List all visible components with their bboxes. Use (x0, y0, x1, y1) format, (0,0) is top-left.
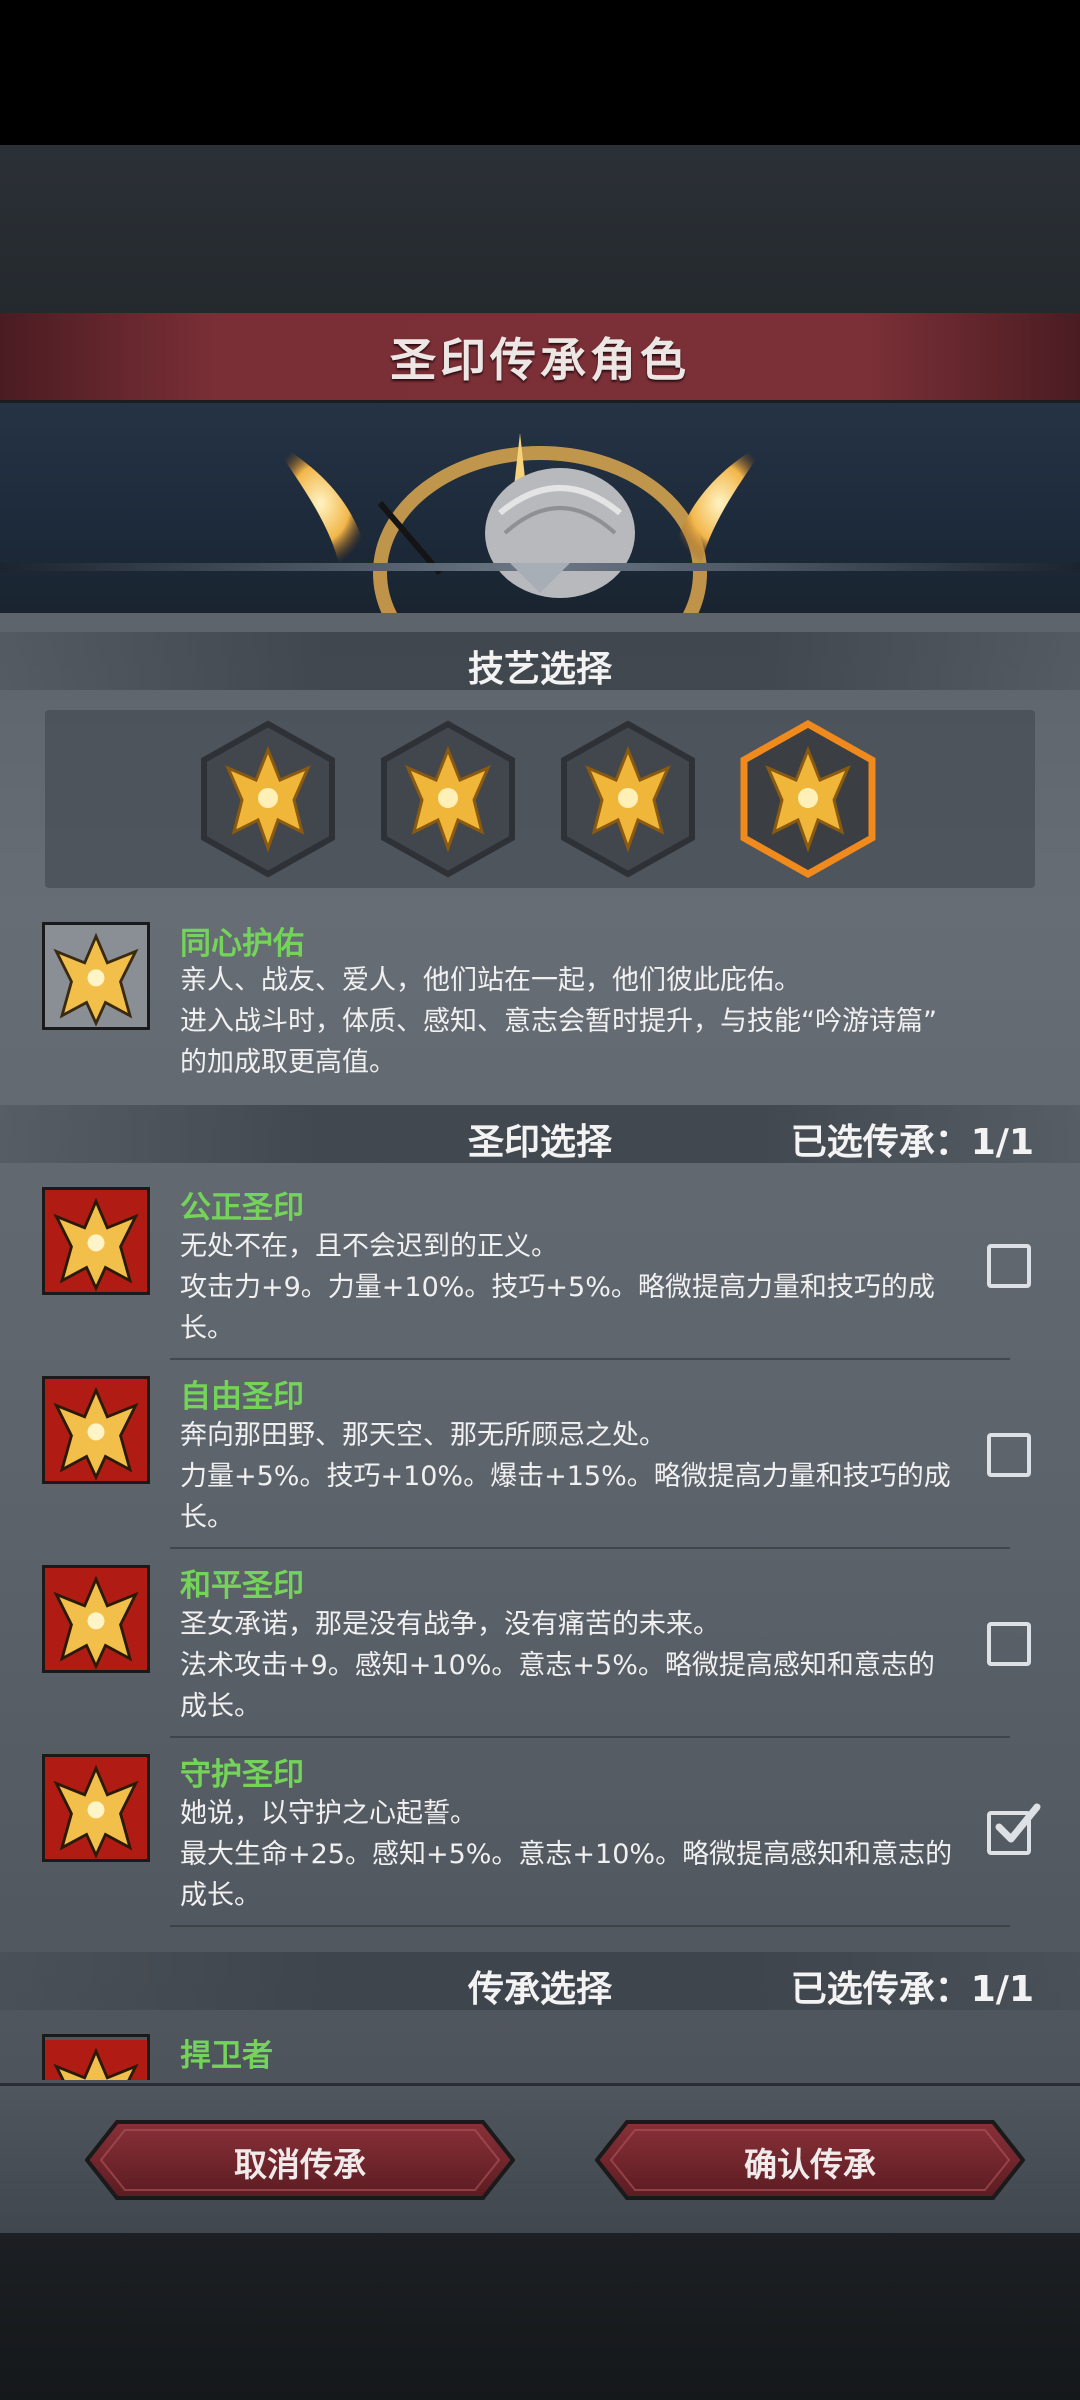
skill-desc-line: 亲人、战友、爱人，他们站在一起，他们彼此庇佑。 (180, 965, 801, 996)
seal-desc-line: 攻击力+9。力量+10%。技巧+5%。略微提高力量和技巧的成 (180, 1272, 935, 1303)
skill-option-2[interactable] (378, 720, 518, 878)
seal-desc-line: 圣女承诺，那是没有战争，没有痛苦的未来。 (180, 1609, 720, 1640)
inherit-selected-count: 已选传承：1/1 (790, 1969, 1034, 2010)
red-crest-icon (45, 1757, 147, 1859)
inherit-item-icon (42, 2034, 150, 2080)
seal-desc-line: 无处不在，且不会迟到的正义。 (180, 1231, 558, 1262)
red-crest-icon (45, 1190, 147, 1292)
skill-section-header: 技艺选择 (0, 632, 1080, 690)
seal-section-header: 圣印选择 已选传承：1/1 (0, 1105, 1080, 1163)
title-banner: 圣印传承角色 (0, 313, 1080, 403)
seal-desc-line: 奔向那田野、那天空、那无所顾忌之处。 (180, 1420, 666, 1451)
confirm-button-label: 确认传承 (744, 2145, 876, 2184)
seal-name: 和平圣印 (180, 1568, 304, 1604)
checkmark-icon (995, 1803, 1041, 1843)
golden-crest-icon (740, 719, 876, 879)
red-crest-icon (45, 2040, 147, 2080)
action-bar: 取消传承 确认传承 (0, 2083, 1080, 2233)
seal-icon (42, 1754, 150, 1862)
seal-checkbox[interactable] (987, 1433, 1031, 1477)
golden-crest-icon (201, 720, 335, 878)
skill-option-1[interactable] (198, 720, 338, 878)
seal-name: 守护圣印 (180, 1757, 304, 1793)
seal-description: 她说，以守护之心起誓。 最大生命+25。感知+5%。意志+10%。略微提高感知和… (180, 1793, 970, 1916)
skill-option-tray (45, 710, 1035, 888)
skill-option-3[interactable] (558, 720, 698, 878)
seal-desc-line: 长。 (180, 1502, 234, 1533)
inherit-item-name: 捍卫者 (180, 2038, 273, 2074)
seal-desc-line: 法术攻击+9。感知+10%。意志+5%。略微提高感知和意志的 (180, 1650, 935, 1681)
seal-selected-count: 已选传承：1/1 (790, 1122, 1034, 1163)
seal-description: 无处不在，且不会迟到的正义。 攻击力+9。力量+10%。技巧+5%。略微提高力量… (180, 1226, 970, 1349)
top-backdrop (0, 145, 1080, 313)
cancel-button[interactable]: 取消传承 (85, 2120, 515, 2200)
skill-desc-line: 进入战斗时，体质、感知、意志会暂时提升，与技能“吟游诗篇” (180, 1006, 937, 1037)
seal-desc-line: 成长。 (180, 1880, 261, 1911)
skill-desc-line: 的加成取更高值。 (180, 1047, 396, 1078)
seal-desc-line: 长。 (180, 1313, 234, 1344)
seal-icon (42, 1565, 150, 1673)
red-crest-icon (45, 1568, 147, 1670)
divider (170, 1547, 1010, 1549)
divider (170, 1925, 1010, 1927)
skill-detail-icon (42, 922, 150, 1030)
navigation-bar-area (0, 2233, 1080, 2400)
golden-crest-icon (561, 720, 695, 878)
seal-desc-line: 力量+5%。技巧+10%。爆击+15%。略微提高力量和技巧的成 (180, 1461, 951, 1492)
character-portrait-banner (0, 403, 1080, 613)
seal-description: 奔向那田野、那天空、那无所顾忌之处。 力量+5%。技巧+10%。爆击+15%。略… (180, 1415, 970, 1538)
skill-section-heading: 技艺选择 (467, 649, 612, 690)
chevron-down-icon (510, 563, 570, 593)
seal-checkbox[interactable] (987, 1622, 1031, 1666)
divider (170, 1736, 1010, 1738)
golden-crest-icon (381, 720, 515, 878)
seal-icon (42, 1187, 150, 1295)
seal-desc-line: 成长。 (180, 1691, 261, 1722)
page-title: 圣印传承角色 (390, 332, 690, 387)
seal-description: 圣女承诺，那是没有战争，没有痛苦的未来。 法术攻击+9。感知+10%。意志+5%… (180, 1604, 970, 1727)
seal-checkbox-checked[interactable] (987, 1803, 1041, 1855)
cancel-button-label: 取消传承 (234, 2145, 366, 2184)
skill-option-4-selected[interactable] (738, 719, 878, 879)
seal-desc-line: 她说，以守护之心起誓。 (180, 1798, 477, 1829)
seal-icon (42, 1376, 150, 1484)
seal-checkbox[interactable] (987, 1244, 1031, 1288)
skill-description: 亲人、战友、爱人，他们站在一起，他们彼此庇佑。 进入战斗时，体质、感知、意志会暂… (180, 960, 970, 1083)
red-crest-icon (45, 1379, 147, 1481)
seal-desc-line: 最大生命+25。感知+5%。意志+10%。略微提高感知和意志的 (180, 1839, 953, 1870)
divider (170, 1358, 1010, 1360)
seal-name: 自由圣印 (180, 1379, 304, 1415)
seal-name: 公正圣印 (180, 1190, 304, 1226)
confirm-button[interactable]: 确认传承 (595, 2120, 1025, 2200)
status-bar-area (0, 0, 1080, 145)
skill-name: 同心护佑 (180, 926, 304, 962)
inherit-section-header: 传承选择 已选传承：1/1 (0, 1952, 1080, 2010)
silver-crest-icon (45, 925, 147, 1027)
